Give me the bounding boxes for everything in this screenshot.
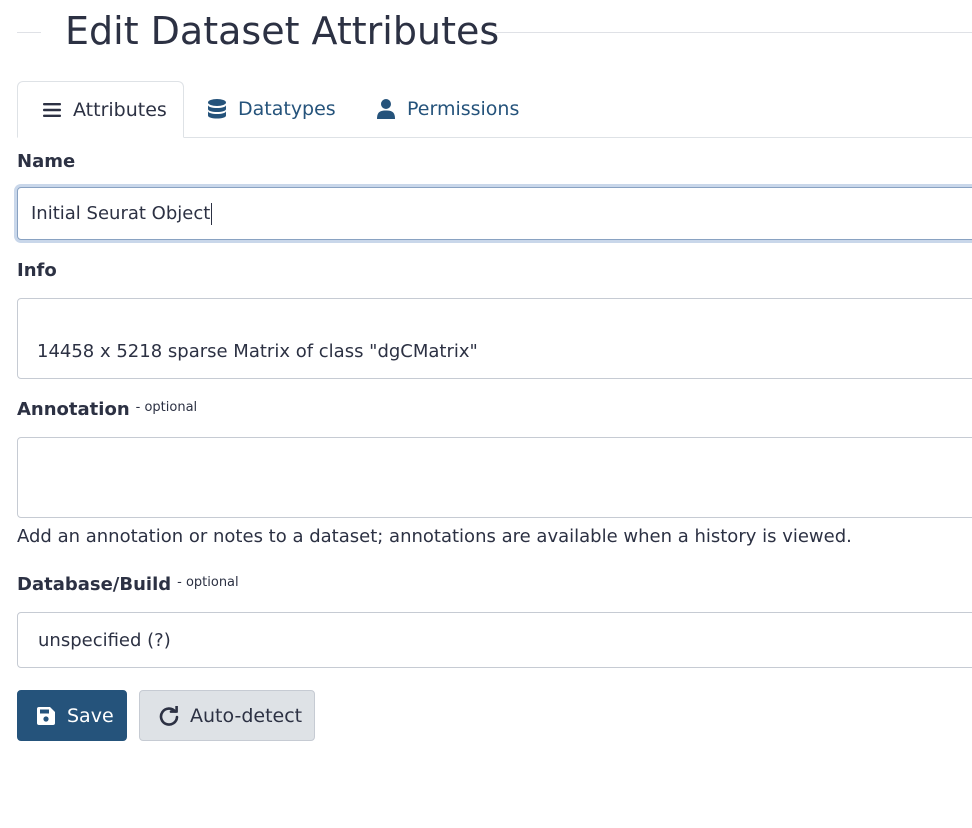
page-title: Edit Dataset Attributes [65, 9, 500, 53]
dbkey-select[interactable]: unspecified (?) [17, 612, 972, 668]
save-button[interactable]: Save [17, 690, 127, 741]
title-divider-right [495, 32, 972, 33]
tab-bar: Attributes Datatypes Permissions [17, 81, 972, 138]
tab-permissions-label: Permissions [407, 98, 520, 120]
dbkey-select-value: unspecified (?) [38, 629, 171, 651]
annotation-help-text: Add an annotation or notes to a dataset;… [17, 526, 852, 547]
annotation-optional-note: - optional [135, 400, 198, 415]
name-input-value: Initial Seurat Object [31, 203, 211, 224]
info-textarea-value: 14458 x 5218 sparse Matrix of class "dgC… [37, 341, 478, 362]
bars-icon [42, 100, 62, 120]
name-label: Name [17, 151, 76, 172]
dbkey-label-text: Database/Build [17, 574, 172, 595]
annotation-textarea[interactable] [17, 437, 972, 518]
dbkey-optional-note: - optional [177, 575, 239, 590]
database-icon [207, 99, 227, 119]
annotation-label: Annotation - optional [17, 399, 197, 420]
auto-detect-button[interactable]: Auto-detect [139, 690, 315, 741]
user-icon [376, 99, 396, 119]
tab-datatypes[interactable]: Datatypes [207, 81, 336, 137]
annotation-label-text: Annotation [17, 399, 130, 420]
save-icon [36, 706, 56, 726]
redo-icon [159, 705, 179, 726]
dbkey-label: Database/Build - optional [17, 574, 239, 595]
page-header: Edit Dataset Attributes [0, 0, 972, 64]
name-input[interactable]: Initial Seurat Object [17, 187, 972, 240]
save-button-label: Save [67, 704, 114, 727]
info-textarea[interactable]: 14458 x 5218 sparse Matrix of class "dgC… [17, 298, 972, 379]
tab-attributes-label: Attributes [73, 98, 167, 121]
title-divider-left [17, 32, 41, 33]
tab-permissions[interactable]: Permissions [376, 81, 519, 137]
tab-datatypes-label: Datatypes [238, 98, 336, 120]
tab-attributes[interactable]: Attributes [17, 81, 184, 138]
auto-detect-button-label: Auto-detect [190, 704, 303, 727]
info-label: Info [17, 260, 57, 281]
edit-dataset-attributes-page: Edit Dataset Attributes Attributes Datat… [0, 0, 972, 828]
text-caret [211, 202, 213, 225]
